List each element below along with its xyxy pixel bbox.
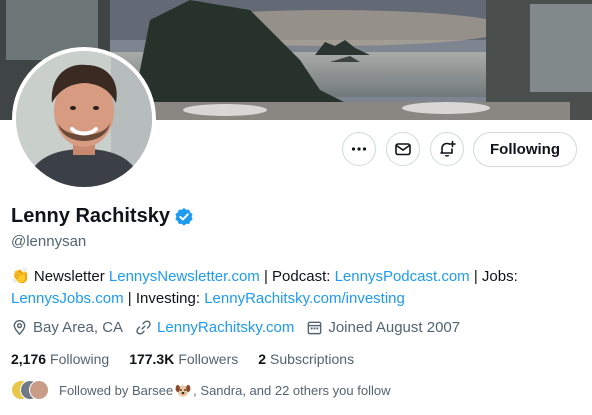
handle: @lennysan [11,233,87,250]
following-count: 2,176 [11,351,47,367]
calendar-icon [307,321,322,335]
link-icon [136,320,151,335]
following-button[interactable]: Following [473,132,577,167]
bio-separator: | [263,268,268,285]
more-button[interactable] [342,132,376,166]
jobs-link[interactable]: LennysJobs.com [11,290,124,307]
followers-label: Followers [178,351,239,367]
avatar-image [16,51,152,187]
subscriptions-count: 2 [258,351,267,367]
subscriptions-stat[interactable]: 2 Subscriptions [258,351,354,367]
bio-jobs-label: Jobs: [481,268,518,285]
newsletter-link[interactable]: LennysNewsletter.com [109,268,260,285]
followers-count: 177.3K [129,351,175,367]
bio-separator: | [127,290,132,307]
following-label: Following [50,351,110,367]
joined: Joined August 2007 [306,319,460,336]
location-text: Bay Area, CA [33,319,124,336]
bio: 👏 Newsletter LennysNewsletter.com | Podc… [11,266,571,310]
location: Bay Area, CA [11,319,123,336]
location-pin-icon [13,319,26,336]
message-button[interactable] [386,132,420,166]
followers-stat[interactable]: 177.3K Followers [129,351,238,367]
bio-investing-label: Investing: [135,290,201,307]
more-icon [351,147,367,151]
profile-stats: 2,176 Following 177.3K Followers 2 Subscrip… [11,351,374,367]
bio-podcast-label: Podcast: [272,268,331,285]
dog-face-icon [175,384,191,397]
name-row: Lenny Rachitsky [11,205,194,228]
envelope-icon [395,143,411,156]
follower-avatar [29,380,49,400]
subscriptions-label: Subscriptions [270,351,355,367]
bio-separator: | [473,268,478,285]
followed-by[interactable]: Followed by Barsee , Sandra, and 22 othe… [11,380,390,400]
podcast-link[interactable]: LennysPodcast.com [335,268,470,285]
investing-link[interactable]: LennyRachitsky.com/investing [204,290,405,307]
bell-plus-icon [440,140,456,157]
notifications-button[interactable] [430,132,464,166]
bio-newsletter-label: Newsletter [33,268,105,285]
website[interactable]: LennyRachitsky.com [135,319,294,336]
joined-text: Joined August 2007 [328,319,461,336]
verified-badge-icon[interactable] [174,207,194,227]
following-stat[interactable]: 2,176 Following [11,351,109,367]
clap-emoji: 👏 [11,268,30,285]
avatar[interactable] [12,47,156,191]
followed-by-prefix: Followed by Barsee [59,382,174,398]
website-link[interactable]: LennyRachitsky.com [157,319,294,336]
follower-avatars [11,380,51,400]
profile-meta: Bay Area, CA LennyRachitsky.com Joined A… [11,319,472,336]
followed-by-suffix: , Sandra, and 22 others you follow [193,382,391,398]
display-name: Lenny Rachitsky [11,205,170,227]
